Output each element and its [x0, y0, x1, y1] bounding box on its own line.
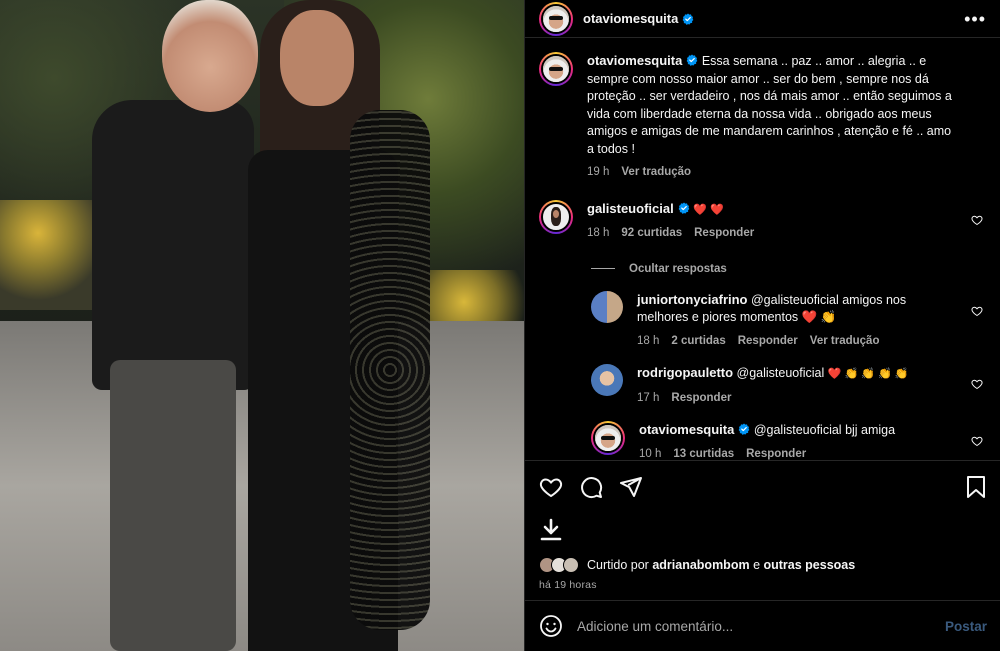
verified-badge-icon: [686, 54, 698, 66]
reply-item: juniortonyciafrino @galisteuoficial amig…: [591, 290, 987, 351]
reply-time[interactable]: 17 h: [637, 390, 659, 408]
liked-by: Curtido por adrianabombom e outras pesso…: [539, 557, 987, 573]
download-icon[interactable]: [539, 518, 563, 542]
post-side-panel: otaviomesquita ••• otaviomesquita Essa s…: [524, 0, 1000, 651]
comment-icon[interactable]: [579, 475, 603, 499]
comment: galisteuoficial ❤️ ❤️ 18 h 92 curtidas R…: [539, 199, 987, 243]
liked-by-others[interactable]: outras pessoas: [764, 558, 856, 572]
verified-badge-icon: [678, 202, 690, 214]
post-actions: Curtido por adrianabombom e outras pesso…: [525, 460, 1000, 591]
reply-button[interactable]: Responder: [746, 446, 806, 461]
photo-woman-lace-coat: [350, 110, 430, 630]
reply-time[interactable]: 10 h: [639, 446, 661, 461]
like-comment-heart-icon[interactable]: [971, 214, 983, 226]
commenter-avatar[interactable]: [539, 199, 573, 234]
reply-button[interactable]: Responder: [738, 333, 798, 351]
reply-mention[interactable]: @galisteuoficial: [737, 366, 825, 380]
comment-likes[interactable]: 92 curtidas: [621, 225, 682, 243]
post-timestamp[interactable]: há 19 horas: [539, 579, 987, 591]
reply-avatar[interactable]: [591, 421, 625, 455]
reply-text: bjj amiga: [845, 423, 896, 437]
photo-woman-face: [280, 10, 354, 106]
reply-avatar[interactable]: [591, 290, 623, 323]
like-comment-heart-icon[interactable]: [971, 305, 983, 317]
comment-time[interactable]: 18 h: [587, 225, 609, 243]
photo-woman: [240, 0, 440, 651]
bookmark-icon[interactable]: [965, 475, 987, 499]
like-comment-heart-icon[interactable]: [971, 435, 983, 447]
liked-by-user[interactable]: adrianabombom: [652, 558, 749, 572]
comment-input[interactable]: [577, 618, 945, 634]
liked-by-joiner: e: [753, 558, 761, 572]
caption-text: Essa semana .. paz .. amor .. alegria ..…: [587, 54, 952, 156]
reply-likes[interactable]: 2 curtidas: [671, 333, 725, 351]
reply-mention[interactable]: @galisteuoficial: [754, 423, 842, 437]
reply-button[interactable]: Responder: [671, 390, 731, 408]
post-photo[interactable]: [0, 0, 524, 651]
see-translation-link[interactable]: Ver tradução: [810, 333, 880, 351]
caption: otaviomesquita Essa semana .. paz .. amo…: [539, 52, 987, 182]
reply-username[interactable]: juniortonyciafrino: [637, 292, 748, 307]
caption-avatar[interactable]: [539, 52, 573, 86]
verified-badge-icon: [738, 423, 750, 435]
share-icon[interactable]: [619, 475, 643, 499]
reply-item: otaviomesquita @galisteuoficial bjj amig…: [591, 421, 987, 460]
caption-username[interactable]: otaviomesquita: [587, 53, 682, 68]
action-bar: [539, 475, 987, 499]
reply-username[interactable]: rodrigopauletto: [637, 365, 733, 380]
reply-item: rodrigopauletto @galisteuoficial ❤️ 👏 👏 …: [591, 364, 987, 407]
reply-avatar[interactable]: [591, 364, 623, 396]
reply-text: ❤️ 👏 👏 👏 👏: [827, 368, 909, 380]
verified-badge-icon: [682, 13, 694, 25]
like-comment-heart-icon[interactable]: [971, 378, 983, 390]
caption-time[interactable]: 19 h: [587, 164, 609, 182]
post-header: otaviomesquita •••: [525, 0, 1000, 38]
reply-time[interactable]: 18 h: [637, 333, 659, 351]
download-row: [539, 517, 987, 543]
liker-avatar: [563, 557, 579, 573]
see-translation-link[interactable]: Ver tradução: [621, 164, 691, 182]
replies-divider: [591, 268, 615, 269]
commenter-username[interactable]: galisteuoficial: [587, 201, 674, 216]
reply-mention[interactable]: @galisteuoficial: [751, 293, 839, 307]
author-username[interactable]: otaviomesquita: [583, 11, 678, 26]
comment-text: ❤️ ❤️: [693, 203, 724, 216]
hide-replies-button[interactable]: Ocultar respostas: [591, 263, 987, 275]
emoji-icon[interactable]: [539, 614, 563, 638]
photo-man-shirt: [92, 100, 254, 390]
photo-man-pants: [110, 360, 236, 651]
liker-avatars[interactable]: [539, 557, 579, 573]
author-avatar[interactable]: [539, 1, 573, 36]
add-comment-bar: Postar: [525, 600, 1000, 651]
comments-section: otaviomesquita Essa semana .. paz .. amo…: [525, 38, 1000, 460]
hide-replies-label: Ocultar respostas: [629, 262, 727, 275]
heart-icon[interactable]: [539, 475, 563, 499]
reply-likes[interactable]: 13 curtidas: [673, 446, 734, 461]
more-options-icon[interactable]: •••: [964, 10, 986, 28]
post-comment-button[interactable]: Postar: [945, 619, 987, 634]
photo-man: [92, 0, 262, 651]
reply-username[interactable]: otaviomesquita: [639, 422, 734, 437]
liked-by-prefix: Curtido por: [587, 558, 649, 572]
photo-flowers-left: [0, 200, 95, 310]
reply-button[interactable]: Responder: [694, 225, 754, 243]
